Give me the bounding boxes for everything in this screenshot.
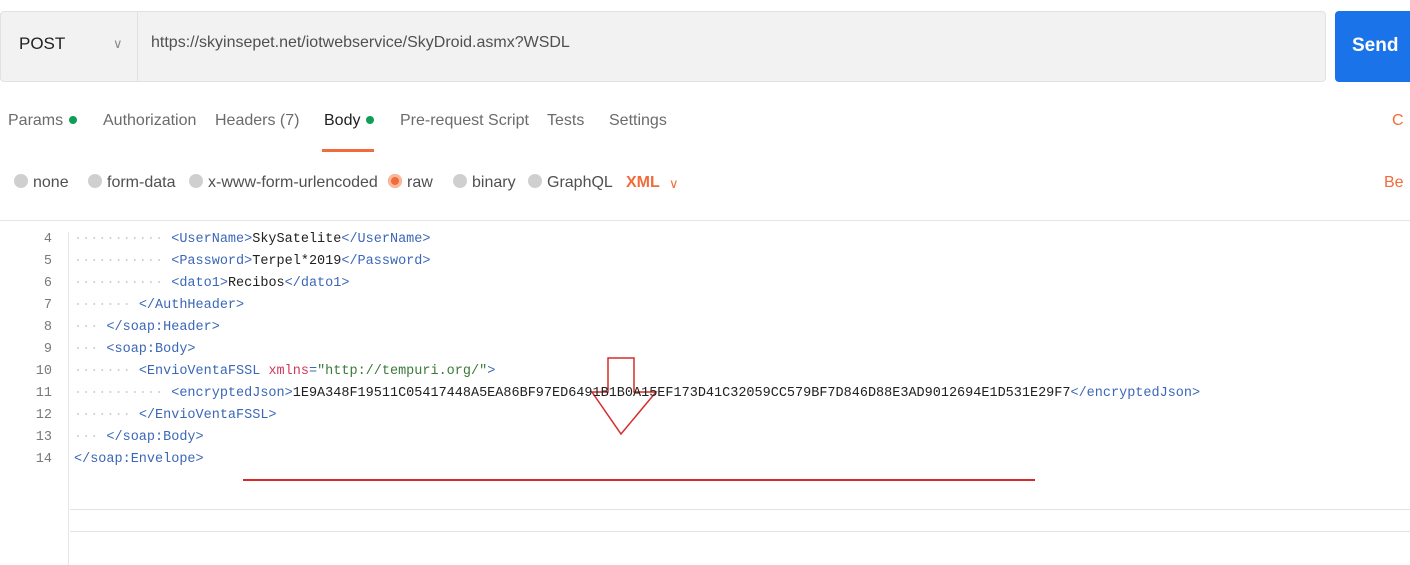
radio-icon[interactable]: [189, 173, 203, 188]
tab-label: Settings: [609, 112, 667, 129]
body-type-form-data[interactable]: form-data: [88, 173, 176, 192]
tab-tests[interactable]: Tests: [547, 112, 584, 130]
line-number: 11: [35, 386, 52, 401]
tab-label: Params: [8, 112, 64, 129]
code-text: ··········· <dato1>Recibos</dato1>: [74, 276, 350, 291]
tab-label: Authorization: [103, 112, 197, 129]
code-line: 14 </soap:Envelope>: [0, 452, 1410, 474]
body-type-raw[interactable]: raw: [388, 173, 433, 192]
cookies-link[interactable]: C: [1392, 112, 1404, 130]
code-line: 13 ··· </soap:Body>: [0, 430, 1410, 452]
chevron-down-icon[interactable]: ∨: [669, 176, 679, 192]
radio-icon[interactable]: [14, 173, 28, 188]
code-line: 9 ··· <soap:Body>: [0, 342, 1410, 364]
tab-authorization[interactable]: Authorization: [103, 112, 196, 130]
code-text: ······· </EnvioVentaFSSL>: [74, 408, 277, 423]
radio-icon[interactable]: [88, 173, 102, 188]
section-divider: [0, 220, 1410, 221]
line-number: 10: [35, 364, 52, 379]
radio-icon[interactable]: [453, 173, 467, 188]
url-bar-divider: [137, 12, 138, 81]
radio-icon[interactable]: [388, 173, 402, 188]
format-select[interactable]: XML: [626, 174, 660, 192]
tab-label: Body: [324, 112, 361, 129]
request-tabs: Params Authorization Headers (7) Body Pre-re…: [0, 112, 1410, 152]
code-text: ··········· <Password>Terpel*2019</Passw…: [74, 254, 431, 269]
chevron-down-icon[interactable]: ∨: [113, 36, 123, 52]
status-dot-icon: [69, 115, 78, 124]
tab-headers-7[interactable]: Headers (7): [215, 112, 299, 130]
line-number: 14: [35, 452, 52, 467]
status-dot-icon: [366, 115, 375, 124]
body-type-graphql[interactable]: GraphQL: [528, 173, 613, 192]
code-line: 6 ··········· <dato1>Recibos</dato1>: [0, 276, 1410, 298]
tab-params[interactable]: Params: [8, 112, 78, 130]
code-line: 11 ··········· <encryptedJson>1E9A348F195…: [0, 386, 1410, 408]
body-type-label: none: [33, 174, 69, 191]
tab-body[interactable]: Body: [324, 112, 375, 130]
body-type-none[interactable]: none: [14, 173, 69, 192]
line-number: 7: [43, 298, 52, 313]
code-text: </soap:Envelope>: [74, 452, 204, 467]
code-text: ······· <EnvioVentaFSSL xmlns="http://te…: [74, 364, 496, 379]
radio-icon[interactable]: [528, 173, 542, 188]
body-type-binary[interactable]: binary: [453, 173, 516, 192]
line-number: 5: [43, 254, 52, 269]
body-type-label: raw: [407, 174, 433, 191]
current-line-highlight: [70, 509, 1410, 532]
active-tab-indicator: [322, 149, 374, 152]
code-line: 4 ··········· <UserName>SkySatelite</User…: [0, 232, 1410, 254]
code-text: ··· </soap:Header>: [74, 320, 220, 335]
url-input[interactable]: https://skyinsepet.net/iotwebservice/Sky…: [151, 34, 570, 52]
body-type-label: GraphQL: [547, 174, 613, 191]
line-number: 13: [35, 430, 52, 445]
code-line: 7 ······· </AuthHeader>: [0, 298, 1410, 320]
code-editor[interactable]: 4 ··········· <UserName>SkySatelite</User…: [0, 232, 1410, 565]
body-type-label: binary: [472, 174, 516, 191]
code-line: 5 ··········· <Password>Terpel*2019</Pass…: [0, 254, 1410, 276]
code-line: 10 ······· <EnvioVentaFSSL xmlns="http://…: [0, 364, 1410, 386]
method-select[interactable]: POST: [19, 34, 65, 54]
annotation-underline: [243, 479, 1035, 481]
tab-label: Headers (7): [215, 112, 300, 129]
code-line: 8 ··· </soap:Header>: [0, 320, 1410, 342]
tab-label: Pre-request Script: [400, 112, 529, 129]
line-number: 12: [35, 408, 52, 423]
code-text: ··· <soap:Body>: [74, 342, 196, 357]
code-text: ··········· <UserName>SkySatelite</UserN…: [74, 232, 431, 247]
tab-label: Tests: [547, 112, 585, 129]
line-number: 8: [43, 320, 52, 335]
tab-settings[interactable]: Settings: [609, 112, 667, 130]
code-text: ······· </AuthHeader>: [74, 298, 245, 313]
body-type-x-www-form-urlencoded[interactable]: x-www-form-urlencoded: [189, 173, 378, 192]
body-type-options: none form-data x-www-form-urlencoded raw bin…: [0, 173, 1410, 202]
beautify-link[interactable]: Be: [1384, 174, 1404, 192]
code-line: 12 ······· </EnvioVentaFSSL>: [0, 408, 1410, 430]
line-number: 4: [43, 232, 52, 247]
line-number: 6: [43, 276, 52, 291]
request-url-bar: POST ∨ https://skyinsepet.net/iotwebserv…: [0, 11, 1326, 82]
line-number: 9: [43, 342, 52, 357]
send-button[interactable]: Send: [1335, 11, 1410, 82]
body-type-label: x-www-form-urlencoded: [208, 174, 378, 191]
tab-pre-request-script[interactable]: Pre-request Script: [400, 112, 529, 130]
body-type-label: form-data: [107, 174, 176, 191]
code-text: ··· </soap:Body>: [74, 430, 204, 445]
code-text: ··········· <encryptedJson>1E9A348F19511…: [74, 386, 1201, 401]
